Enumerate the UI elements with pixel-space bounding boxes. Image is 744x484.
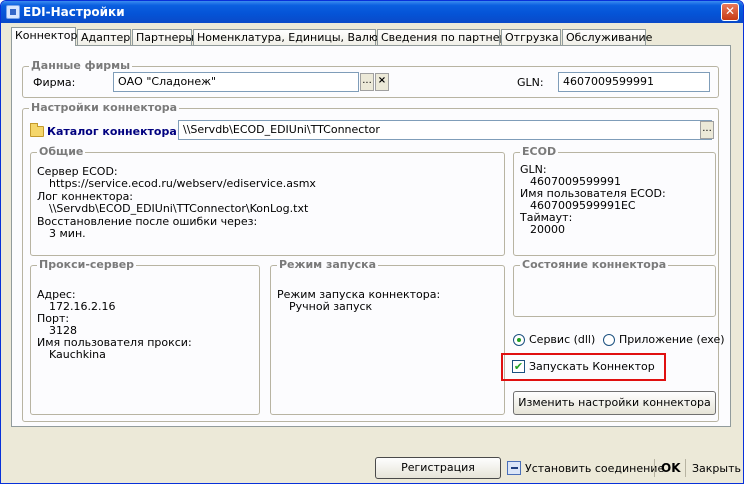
ok-button[interactable]: OK	[661, 461, 681, 475]
tab-partner-info[interactable]: Сведения по партнеру	[377, 29, 513, 46]
run-connector-label[interactable]: Запускать Коннектор	[529, 360, 655, 373]
gln-label: GLN:	[517, 76, 544, 89]
ecod-group: ECOD GLN: 4607009599991 Имя пользователя…	[513, 145, 716, 256]
tab-partners[interactable]: Партнеры	[132, 29, 194, 46]
ecod-title: ECOD	[520, 145, 559, 158]
connector-panel: Данные фирмы Фирма: ОАО "Сладонеж" ... ×…	[11, 45, 731, 427]
service-dll-label[interactable]: Сервис (dll)	[529, 333, 595, 346]
tab-connector[interactable]: Коннектор	[11, 27, 77, 46]
catalog-field[interactable]: \\Servdb\ECOD_EDIUni\TTConnector	[178, 120, 712, 140]
firm-data-group: Данные фирмы Фирма: ОАО "Сладонеж" ... ×…	[22, 59, 719, 98]
close-window-button[interactable]: ✕	[721, 3, 739, 21]
gln-field[interactable]: 4607009599991	[558, 72, 710, 92]
change-connector-settings-button[interactable]: Изменить настройки коннектора	[513, 391, 716, 415]
proxy-title: Прокси-сервер	[37, 258, 137, 271]
title-bar: EDI-Настройки ✕	[1, 1, 743, 23]
ecod-timeout-value: 20000	[530, 223, 565, 236]
app-exe-label[interactable]: Приложение (exe)	[619, 333, 725, 346]
firm-clear-button[interactable]: ×	[375, 73, 389, 91]
firm-data-title: Данные фирмы	[29, 59, 133, 72]
firm-field[interactable]: ОАО "Сладонеж"	[113, 72, 359, 92]
tab-nomenclature[interactable]: Номенклатура, Единицы, Валюты	[193, 29, 393, 46]
proxy-group: Прокси-сервер Адрес: 172.16.2.16 Порт: 3…	[30, 258, 260, 415]
window-title: EDI-Настройки	[23, 5, 125, 19]
separator	[685, 459, 686, 477]
launch-mode-value: Ручной запуск	[289, 300, 373, 313]
catalog-browse-button[interactable]: ...	[700, 121, 714, 139]
proxy-user-value: Kauchkina	[49, 348, 106, 361]
app-icon	[6, 5, 20, 19]
tab-adapter[interactable]: Адаптер	[77, 29, 131, 46]
run-connector-checkbox[interactable]: ✔	[512, 360, 525, 373]
log-value: \\Servdb\ECOD_EDIUni\TTConnector\KonLog.…	[49, 202, 309, 215]
launch-mode-group: Режим запуска Режим запуска коннектора: …	[270, 258, 505, 415]
connector-state-title: Состояние коннектора	[520, 258, 669, 271]
server-value: https://service.ecod.ru/webserv/ediservi…	[49, 177, 316, 190]
firm-browse-button[interactable]: ...	[360, 73, 374, 91]
connection-icon	[507, 461, 521, 475]
app-exe-radio[interactable]	[603, 334, 615, 346]
tab-shipment[interactable]: Отгрузка	[501, 29, 561, 46]
connector-state-group: Состояние коннектора	[513, 258, 716, 317]
connector-settings-group: Настройки коннектора Каталог коннектора:…	[22, 101, 725, 422]
separator	[654, 459, 655, 477]
edi-settings-window: EDI-Настройки ✕ Коннектор Адаптер Партне…	[0, 0, 744, 484]
recovery-value: 3 мин.	[49, 227, 86, 240]
close-button[interactable]: Закрыть	[692, 462, 741, 475]
catalog-label: Каталог коннектора:	[47, 125, 182, 138]
tab-service[interactable]: Обслуживание	[562, 29, 652, 46]
general-title: Общие	[37, 145, 86, 158]
launch-mode-title: Режим запуска	[277, 258, 378, 271]
connector-settings-title: Настройки коннектора	[29, 101, 180, 114]
folder-icon	[30, 123, 44, 137]
connect-button[interactable]: Установить соединение	[525, 462, 664, 475]
service-dll-radio[interactable]	[513, 334, 525, 346]
general-group: Общие Сервер ECOD: https://service.ecod.…	[30, 145, 505, 256]
register-dll-button[interactable]: Регистрация TTConn.dll	[375, 457, 501, 483]
firm-label: Фирма:	[33, 76, 76, 89]
